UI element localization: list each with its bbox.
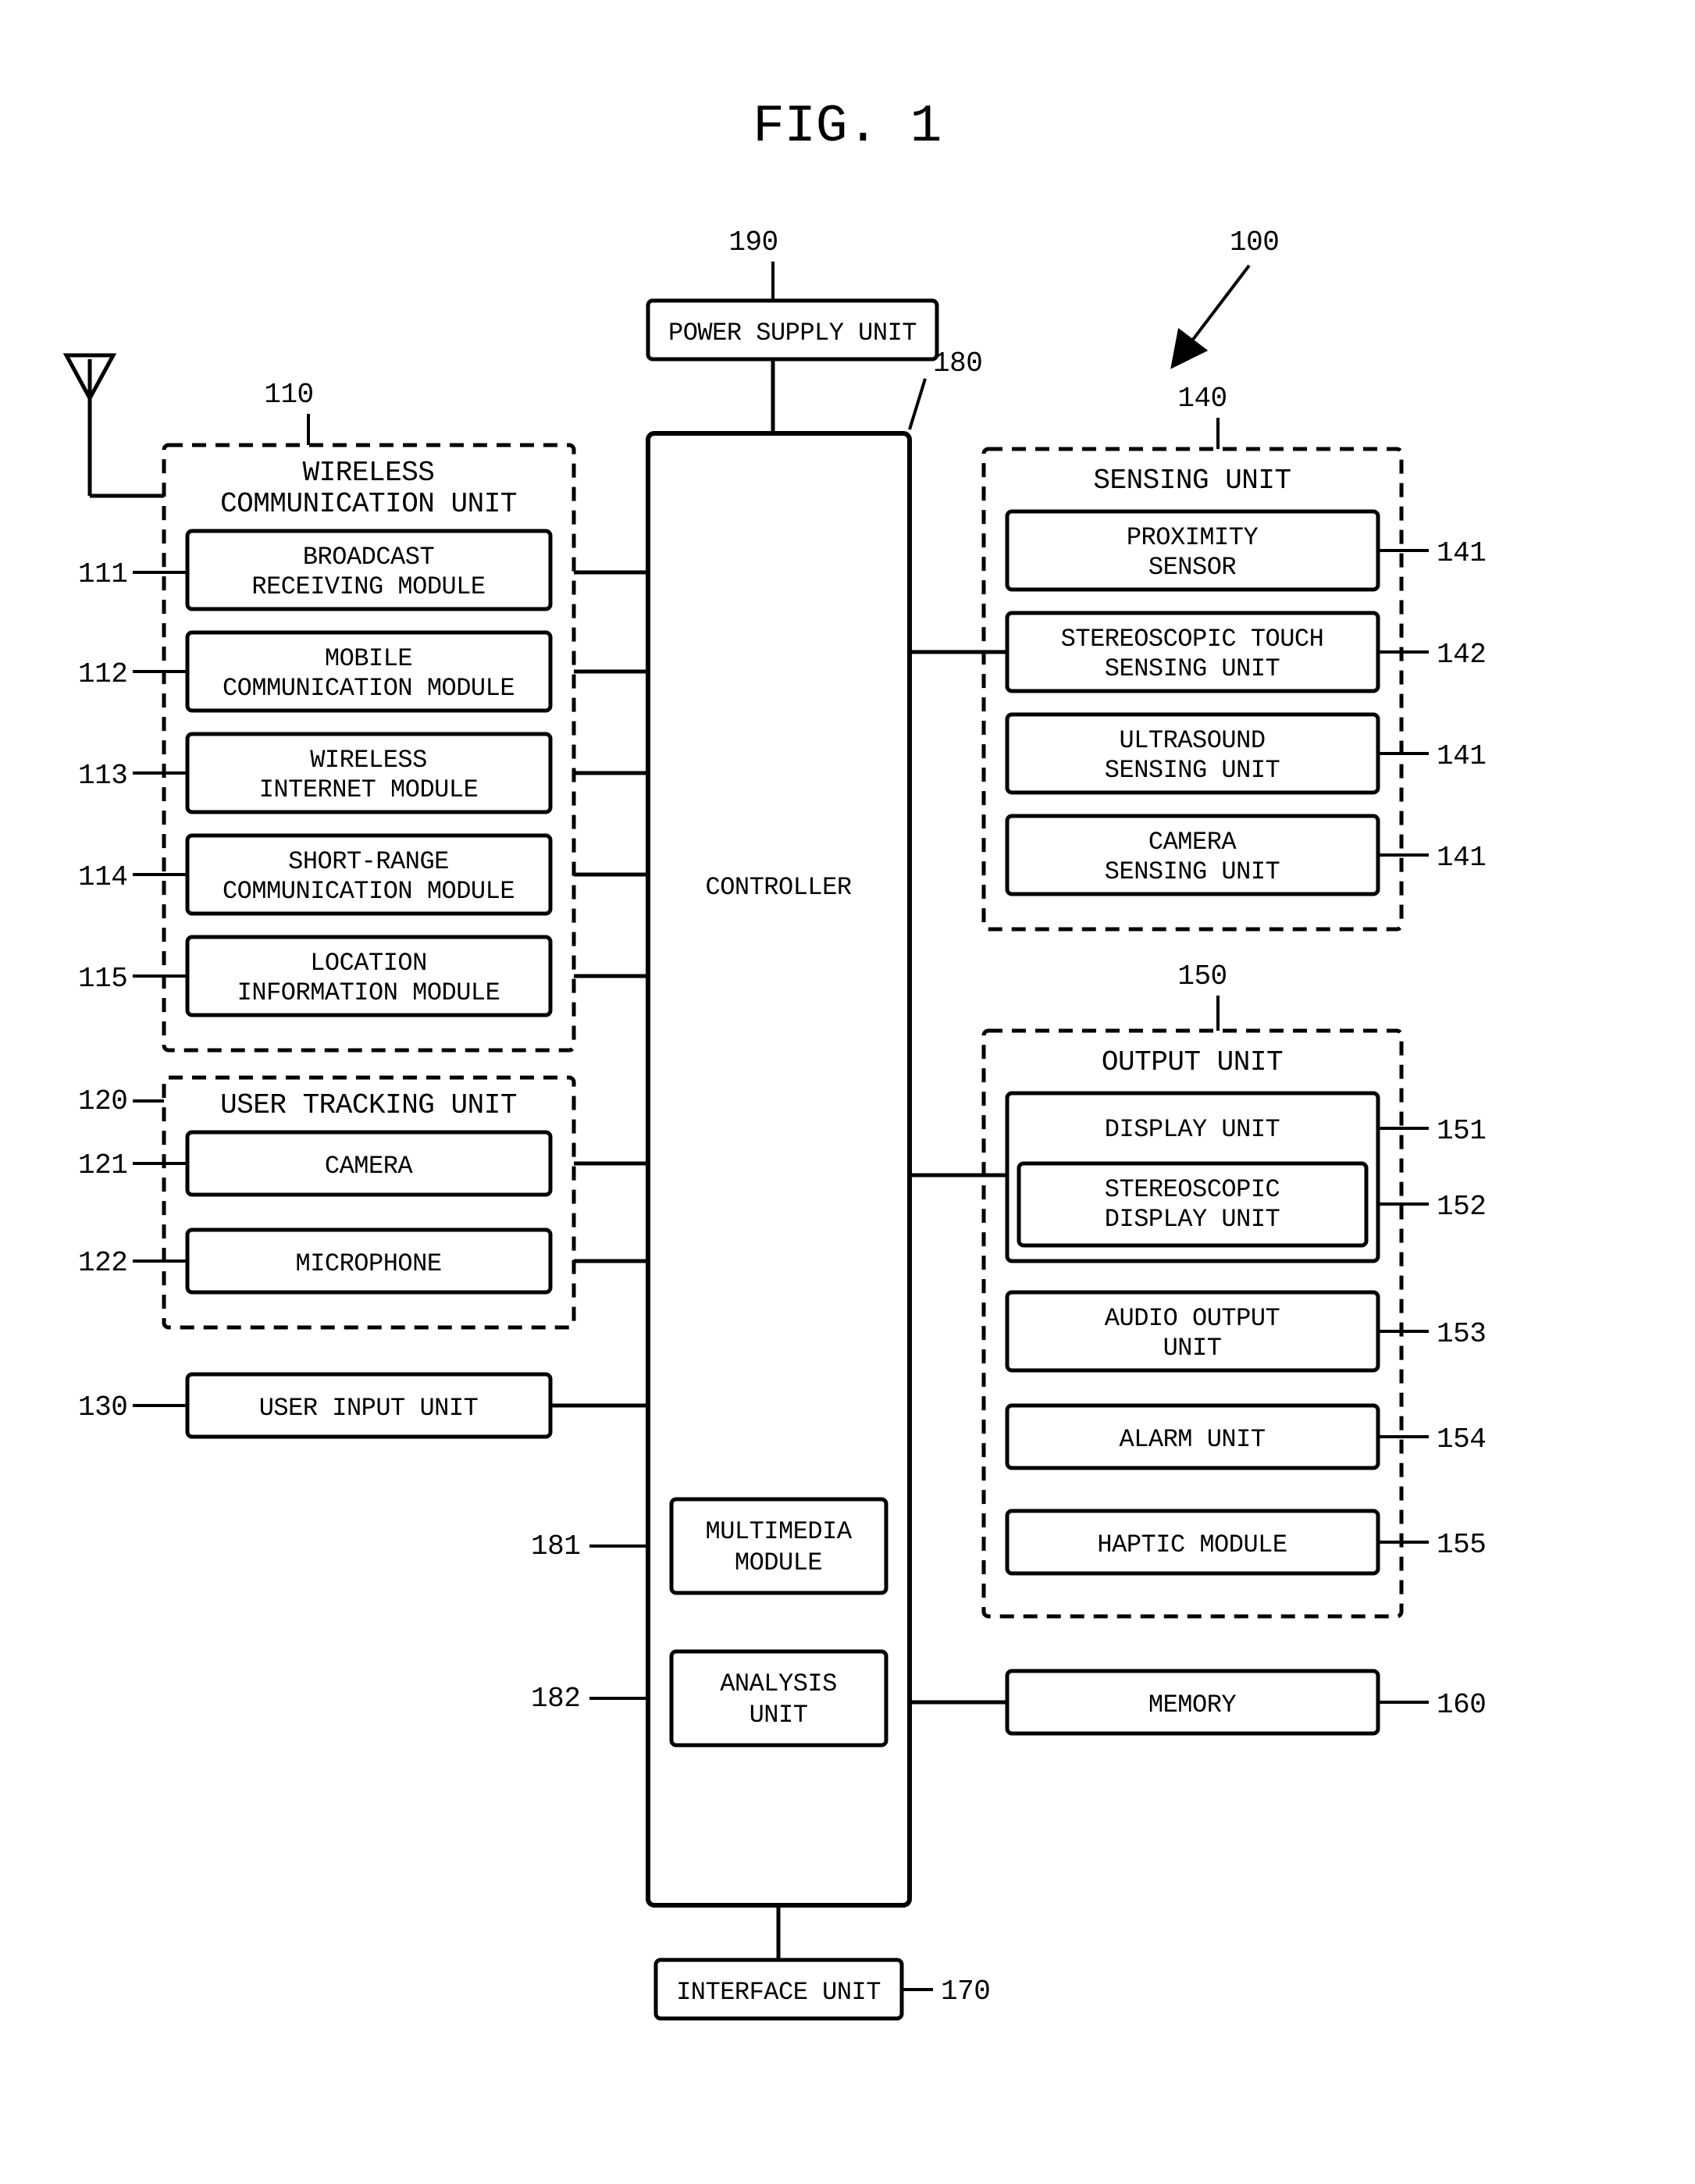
proximity-l1: PROXIMITY [1127, 523, 1259, 552]
ref-152: 152 [1437, 1191, 1486, 1223]
cams-l2: SENSING UNIT [1105, 857, 1280, 886]
user-tracking-label: USER TRACKING UNIT [220, 1089, 517, 1121]
camera-label: CAMERA [325, 1152, 414, 1181]
ref-170: 170 [941, 1976, 990, 2008]
wireless-unit-l2: COMMUNICATION UNIT [220, 488, 517, 520]
broadcast-l2: RECEIVING MODULE [251, 572, 485, 601]
ref-111: 111 [78, 558, 127, 590]
ultrasound-l2: SENSING UNIT [1105, 756, 1280, 785]
antenna-icon [66, 355, 113, 496]
location-l2: INFORMATION MODULE [237, 978, 500, 1007]
ref-141c: 141 [1437, 842, 1486, 874]
ref-141a: 141 [1437, 537, 1486, 569]
broadcast-l1: BROADCAST [303, 543, 434, 572]
audio-l2: UNIT [1163, 1334, 1222, 1363]
ref-113: 113 [78, 760, 127, 792]
interface-label: INTERFACE UNIT [676, 1978, 881, 2007]
audio-l1: AUDIO OUTPUT [1105, 1304, 1280, 1333]
figure-label: FIG. 1 [753, 97, 942, 157]
ultrasound-l1: ULTRASOUND [1119, 726, 1265, 755]
ref-121: 121 [78, 1149, 127, 1181]
ref-140: 140 [1177, 383, 1227, 415]
ref-160: 160 [1437, 1689, 1486, 1721]
ref-153: 153 [1437, 1318, 1486, 1350]
haptic-label: HAPTIC MODULE [1097, 1530, 1287, 1559]
ref-154: 154 [1437, 1423, 1486, 1455]
memory-label: MEMORY [1148, 1691, 1237, 1719]
ref-151: 151 [1437, 1115, 1486, 1147]
ref-112: 112 [78, 658, 127, 690]
short-l2: COMMUNICATION MODULE [223, 877, 515, 906]
ref-141b: 141 [1437, 740, 1486, 772]
multimedia-l2: MODULE [735, 1548, 822, 1577]
mobile-l2: COMMUNICATION MODULE [223, 674, 515, 703]
cams-l1: CAMERA [1148, 828, 1237, 857]
block-diagram: FIG. 1 100 190 POWER SUPPLY UNIT 180 CON… [0, 0, 1695, 2184]
ref-181: 181 [531, 1530, 580, 1562]
wireless-unit-l1: WIRELESS [303, 457, 435, 489]
ref-110: 110 [264, 379, 313, 411]
output-label: OUTPUT UNIT [1102, 1046, 1283, 1078]
ref-120: 120 [78, 1085, 127, 1117]
winternet-l1: WIRELESS [310, 746, 427, 775]
ref-182: 182 [531, 1683, 580, 1715]
sd-l1: STEREOSCOPIC [1105, 1175, 1280, 1204]
multimedia-box [671, 1499, 886, 1593]
proximity-l2: SENSOR [1148, 553, 1237, 582]
alarm-label: ALARM UNIT [1119, 1425, 1265, 1454]
stereo-touch-l1: STEREOSCOPIC TOUCH [1061, 625, 1324, 654]
sensing-label: SENSING UNIT [1093, 465, 1291, 497]
ref-114: 114 [78, 861, 127, 893]
winternet-l2: INTERNET MODULE [259, 775, 479, 804]
ref-150: 150 [1177, 960, 1227, 992]
display-label: DISPLAY UNIT [1105, 1115, 1280, 1144]
short-l1: SHORT-RANGE [288, 847, 449, 876]
mobile-l1: MOBILE [325, 644, 412, 673]
ref-115: 115 [78, 963, 127, 995]
multimedia-l1: MULTIMEDIA [705, 1517, 852, 1546]
ref-180: 180 [933, 347, 982, 379]
microphone-label: MICROPHONE [295, 1249, 441, 1278]
ref-190: 190 [728, 226, 778, 258]
analysis-l2: UNIT [750, 1701, 808, 1730]
controller-label: CONTROLLER [705, 873, 851, 902]
ref-122: 122 [78, 1247, 127, 1279]
analysis-box [671, 1651, 886, 1745]
location-l1: LOCATION [310, 949, 427, 978]
sd-l2: DISPLAY UNIT [1105, 1205, 1280, 1234]
ref-130: 130 [78, 1391, 127, 1423]
analysis-l1: ANALYSIS [720, 1669, 837, 1698]
ref-142: 142 [1437, 639, 1486, 671]
ref-155: 155 [1437, 1529, 1486, 1561]
user-input-label: USER INPUT UNIT [259, 1394, 479, 1423]
ref-100: 100 [1230, 226, 1279, 258]
stereo-touch-l2: SENSING UNIT [1105, 654, 1280, 683]
power-supply-label: POWER SUPPLY UNIT [668, 319, 917, 347]
